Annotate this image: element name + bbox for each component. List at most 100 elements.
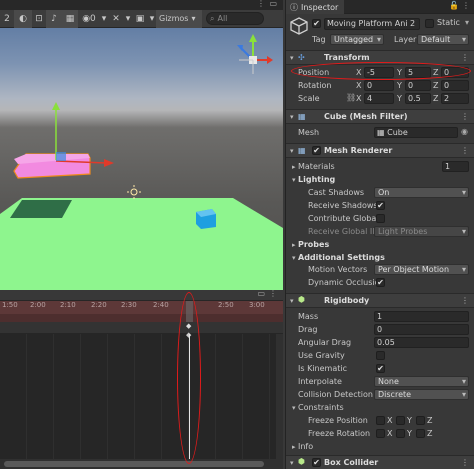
component-menu-icon[interactable]: ⋮ [461, 53, 469, 62]
timeline-keyframe-row[interactable]: ◆ [0, 322, 283, 334]
gizmos-dropdown[interactable]: Gizmos ▾ [156, 9, 202, 28]
gizmo-x-cone[interactable] [267, 56, 273, 64]
fold-arrow-icon[interactable]: ▾ [290, 459, 294, 467]
component-menu-icon[interactable]: ⋮ [461, 296, 469, 305]
move-gizmo-y-arrow[interactable] [52, 102, 60, 110]
fold-arrow-icon[interactable]: ▸ [292, 163, 296, 171]
scene-menu-icon[interactable]: ⋮ [257, 0, 265, 8]
use-gravity-checkbox[interactable] [376, 351, 385, 360]
tag-dropdown[interactable]: Untagged [330, 34, 384, 45]
static-checkbox[interactable] [425, 19, 434, 28]
box-collider-enabled-checkbox[interactable]: ✔ [312, 458, 321, 467]
fold-arrow-icon[interactable]: ▾ [292, 404, 296, 412]
fold-arrow-icon[interactable]: ▾ [292, 176, 296, 184]
is-kinematic-checkbox[interactable]: ✔ [376, 364, 385, 373]
freeze-position-x-checkbox[interactable] [376, 416, 385, 425]
box-collider-header[interactable]: ▾ ⬢ ✔ Box Collider ⋮ [286, 455, 474, 469]
light-icon[interactable] [127, 185, 141, 199]
freeze-rotation-x-checkbox[interactable] [376, 429, 385, 438]
component-menu-icon[interactable]: ⋮ [461, 146, 469, 155]
scale-x-field[interactable]: 4 [364, 93, 394, 104]
cast-shadows-dropdown[interactable]: On [374, 187, 469, 198]
interpolate-dropdown[interactable]: None [374, 376, 469, 387]
tick-label: 2:40 [153, 301, 169, 309]
timeline-ruler[interactable]: 1:50 2:00 2:10 2:20 2:30 2:40 2:50 3:00 [0, 301, 283, 314]
timeline-horizontal-scrollbar[interactable] [0, 459, 283, 469]
gizmo-z-cone[interactable] [237, 45, 243, 51]
component-menu-icon[interactable]: ⋮ [461, 112, 469, 121]
hidden-objects-dropdown[interactable]: ▾ [100, 10, 108, 28]
mesh-renderer-enabled-checkbox[interactable]: ✔ [312, 146, 321, 155]
fold-arrow-icon[interactable]: ▸ [292, 241, 296, 249]
hidden-objects-toggle[interactable]: ◉0 [78, 10, 100, 28]
move-gizmo-plane-handle[interactable] [56, 152, 66, 161]
box-collider-icon: ⬢ [298, 457, 305, 466]
link-scale-icon[interactable]: ⛓ [346, 93, 356, 102]
inspector-lock-icon[interactable]: 🔓 [449, 1, 459, 10]
timeline-event-row[interactable] [0, 314, 283, 322]
mass-field[interactable]: 1 [374, 311, 469, 322]
drag-field[interactable]: 0 [374, 324, 469, 335]
fx-toggle[interactable]: ⊡ [32, 10, 46, 28]
contribute-gi-checkbox[interactable] [376, 214, 385, 223]
scale-y-field[interactable]: 0.5 [405, 93, 431, 104]
freeze-rotation-z-checkbox[interactable] [416, 429, 425, 438]
collision-detection-dropdown[interactable]: Discrete [374, 389, 469, 400]
active-checkbox[interactable]: ✔ [312, 19, 321, 28]
object-picker-icon[interactable]: ◉ [461, 127, 468, 136]
timeline-vertical-scrollbar[interactable] [276, 334, 283, 459]
effects-toggle[interactable]: ▦ [62, 9, 78, 28]
fold-arrow-icon[interactable]: ▾ [290, 113, 294, 121]
camera-icon[interactable]: ▣ [132, 10, 148, 28]
angular-drag-field[interactable]: 0.05 [374, 337, 469, 348]
mesh-filter-header[interactable]: ▾ ▦ Cube (Mesh Filter) ⋮ [286, 109, 474, 124]
camera-dropdown[interactable]: ▾ [148, 10, 156, 28]
motion-vectors-dropdown[interactable]: Per Object Motion [374, 264, 469, 275]
inspector-menu-icon[interactable]: ⋮ [462, 1, 470, 10]
timeline-lock-icon[interactable]: ▭ [257, 289, 265, 298]
freeze-position-z-checkbox[interactable] [416, 416, 425, 425]
lighting-toggle[interactable]: ◐ [14, 9, 32, 28]
rotation-x-field[interactable]: 0 [364, 80, 394, 91]
mesh-renderer-header[interactable]: ▾ ▦ ✔ Mesh Renderer ⋮ [286, 143, 474, 158]
scene-view[interactable]: ⋮ ▭ 2 ◐ ⊡ ♪ ▦ ◉0 ▾ ✕ ▾ ▣ ▾ Gizmos ▾ ⌕ Al… [0, 0, 283, 290]
object-name-field[interactable]: Moving Platform Ani 2 [324, 18, 420, 30]
orientation-gizmo[interactable] [233, 32, 273, 90]
audio-toggle[interactable]: ♪ [46, 9, 62, 28]
fold-arrow-icon[interactable]: ▾ [290, 147, 294, 155]
fold-arrow-icon[interactable]: ▸ [292, 443, 296, 451]
axis-y-label: Y [407, 416, 412, 425]
timeline-tracks[interactable]: ◆ [0, 331, 276, 459]
layer-dropdown[interactable]: Default [417, 34, 469, 45]
freeze-rotation-y-checkbox[interactable] [396, 429, 405, 438]
scrollbar-thumb[interactable] [4, 461, 264, 467]
scale-z-field[interactable]: 2 [441, 93, 469, 104]
timeline-panel: ▭ ⋮ 1:50 2:00 2:10 2:20 2:30 2:40 2:50 3… [0, 289, 283, 469]
scene-lock-icon[interactable]: ▭ [269, 0, 277, 8]
rigidbody-header[interactable]: ▾ ⬢ Rigidbody ⋮ [286, 293, 474, 308]
rotation-z-field[interactable]: 0 [441, 80, 469, 91]
move-gizmo-x-arrow[interactable] [104, 159, 114, 167]
freeze-position-y-checkbox[interactable] [396, 416, 405, 425]
dynamic-occlusion-checkbox[interactable]: ✔ [376, 278, 385, 287]
fold-arrow-icon[interactable]: ▾ [292, 254, 296, 262]
materials-label: Materials [298, 162, 335, 171]
rotation-label: Rotation [298, 81, 332, 90]
gizmo-y-cone[interactable] [249, 34, 257, 42]
rotation-y-field[interactable]: 0 [405, 80, 431, 91]
mesh-object-field[interactable]: ▦ Cube [374, 127, 458, 138]
freeze-rotation-label: Freeze Rotation [308, 429, 371, 438]
drag-label: Drag [298, 325, 318, 334]
materials-count-field[interactable]: 1 [442, 161, 469, 172]
static-dropdown-icon[interactable]: ▾ [465, 18, 469, 27]
tools-icon[interactable]: ✕ [108, 10, 124, 28]
scene-search-input[interactable]: ⌕ All [206, 12, 264, 25]
receive-shadows-checkbox[interactable]: ✔ [376, 201, 385, 210]
fold-arrow-icon[interactable]: ▾ [290, 297, 294, 305]
inspector-tab[interactable]: ⓘ Inspector [286, 0, 345, 14]
view-2d-toggle[interactable]: 2 [0, 10, 14, 28]
timeline-menu-icon[interactable]: ⋮ [269, 289, 277, 298]
fold-arrow-icon[interactable]: ▾ [290, 54, 294, 62]
tools-dropdown[interactable]: ▾ [124, 10, 132, 28]
component-menu-icon[interactable]: ⋮ [461, 458, 469, 467]
